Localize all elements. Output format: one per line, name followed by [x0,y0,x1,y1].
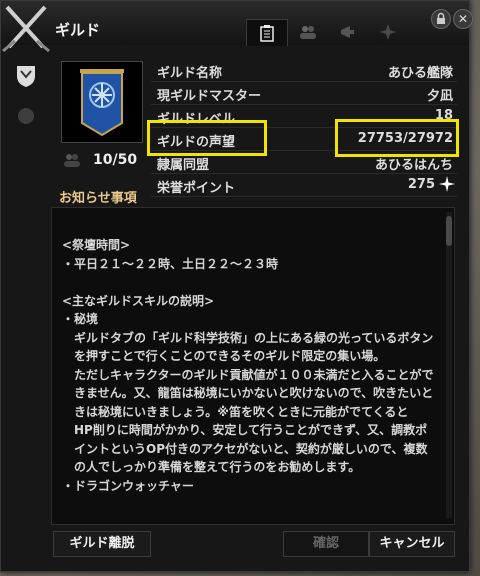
guild-name-label: ギルド名称 [157,66,223,81]
guild-banner-icon [80,69,124,137]
tab-announcements[interactable] [328,19,368,45]
notice-line: ギルドタブの「ギルド科学技術」の上にある緑の光っているボタン [62,330,434,345]
tab-members[interactable] [288,19,328,45]
guild-master-row: 現ギルドマスター 夕凪 [151,82,457,105]
guild-name-row: ギルド名称 あひる艦隊 [151,59,457,82]
notice-line: <主なギルドスキルの説明> [62,293,215,308]
notice-heading: お知らせ事項 [59,191,137,206]
close-icon[interactable]: ✕ [453,9,473,29]
member-count-icon [63,152,81,171]
tab-guild-info[interactable] [246,19,288,46]
highlight-box-reputation-label [147,120,267,156]
notice-line: <祭壇時間> [62,238,131,252]
members-icon [300,26,316,39]
highlight-box-reputation-value [335,119,459,157]
notice-line: イントというOP付きのアクセがないと、契約が厳しいので、複数 [62,441,428,456]
window-title: ギルド [55,21,101,39]
lock-icon[interactable] [431,9,451,29]
notice-line: ただしキャラクターのギルド貢献値が１００未満だと入ることがで [62,367,434,382]
honor-points-value: 275 [407,177,435,192]
clipboard-icon [260,25,274,42]
guild-alliance-label: 隷属同盟 [157,158,210,173]
sidebar [9,59,49,139]
crossed-swords-emblem-icon [1,1,51,57]
sparkle-tab-icon [380,24,396,40]
notice-line: を押すことで行くことのできるそのギルド限定の集い場。 [62,349,386,363]
guild-name-value: あひる艦隊 [387,66,453,81]
sparkle-icon [439,176,455,196]
notice-scrollbar-thumb[interactable] [446,216,452,246]
confirm-button[interactable]: 確認 [283,531,369,557]
shield-crest-icon[interactable] [9,59,43,93]
notice-scrollbar[interactable] [446,212,452,518]
notice-line [62,273,438,292]
guild-crest [61,61,143,143]
notice-line: ・秘境 [62,312,99,326]
notice-line: の人でしっかり準備を整えて行うのをお勧めします。 [62,460,361,474]
guild-window: ギルド ✕ 10/50 ギルド名称 あひる艦隊 現ギルドマスター 夕凪 ギルドレ… [0,0,473,572]
guild-master-value: 夕凪 [426,89,453,104]
secondary-sidebar-icon[interactable] [9,99,43,133]
notice-box: <祭壇時間> ・平日２１～２２時、土日２２～２３時 <主なギルドスキルの説明> … [51,207,455,525]
notice-text: <祭壇時間> ・平日２１～２２時、土日２２～２３時 <主なギルドスキルの説明> … [62,236,438,495]
notice-line: ・平日２１～２２時、土日２２～２３時 [62,256,279,271]
leave-guild-button[interactable]: ギルド離脱 [53,531,151,557]
notice-line: きは秘境にいきましょう。※笛を吹くときに元能がでてくると [62,404,409,419]
honor-points-row: 栄誉ポイント 275 [151,174,457,197]
member-count: 10/50 [93,152,138,168]
cancel-button[interactable]: キャンセル [369,531,455,557]
notice-line: HP削りに時間がかかり、安定して行うことができず、又、調教ポ [62,423,428,437]
guild-master-label: 現ギルドマスター [157,89,262,104]
notice-line: きません。又、龍笛は秘境にいかないと吹けないので、吹きたいと [62,386,434,400]
notice-line: ・ドラゴンウォッチャー [62,478,194,493]
honor-points-label: 栄誉ポイント [157,181,236,196]
tab-skills[interactable] [368,19,408,45]
megaphone-icon [341,26,354,38]
